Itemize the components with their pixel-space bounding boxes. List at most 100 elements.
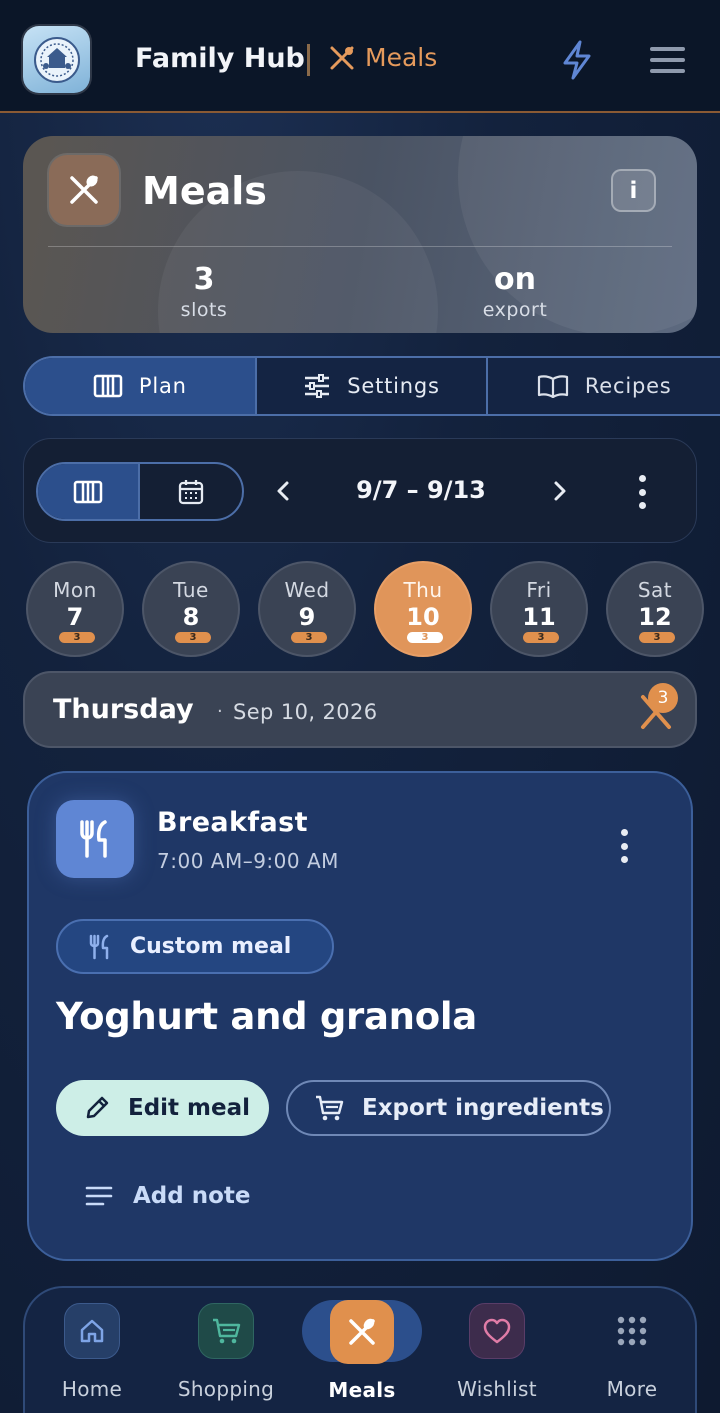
meal-name: Yoghurt and granola bbox=[56, 995, 477, 1038]
day-name: Mon bbox=[53, 578, 97, 602]
divider bbox=[48, 246, 672, 247]
chevron-right-icon[interactable] bbox=[548, 477, 572, 505]
export-ingredients-label: Export ingredients bbox=[362, 1095, 604, 1121]
day-date: 12 bbox=[638, 603, 672, 631]
info-button[interactable]: i bbox=[611, 169, 656, 212]
section-breadcrumb[interactable]: Meals bbox=[329, 43, 437, 72]
stat-label: slots bbox=[180, 299, 228, 321]
nav-meals[interactable]: Meals bbox=[302, 1300, 422, 1402]
columns-icon bbox=[93, 374, 123, 398]
tab-plan[interactable]: Plan bbox=[25, 358, 257, 414]
day-fri[interactable]: Fri 11 3 bbox=[490, 561, 588, 657]
day-name: Sat bbox=[637, 578, 673, 602]
nav-label: Meals bbox=[328, 1378, 396, 1402]
meal-type-label: Custom meal bbox=[130, 934, 292, 959]
grid-icon bbox=[604, 1303, 660, 1359]
stat-value: on bbox=[494, 262, 536, 297]
day-thu[interactable]: Thu 10 3 bbox=[374, 561, 472, 657]
meal-count-badge: 3 bbox=[291, 632, 327, 643]
day-name: Fri bbox=[526, 578, 552, 602]
nav-label: Home bbox=[61, 1377, 123, 1401]
tab-recipes[interactable]: Recipes bbox=[488, 358, 720, 414]
page-title: Meals bbox=[142, 169, 267, 213]
selected-date-banner: Thursday · Sep 10, 2026 3 bbox=[23, 671, 697, 748]
day-name: Wed bbox=[284, 578, 330, 602]
nav-shopping[interactable]: Shopping bbox=[166, 1303, 286, 1401]
more-vertical-icon[interactable] bbox=[630, 475, 654, 509]
view-toggle bbox=[36, 462, 244, 521]
nav-label: More bbox=[606, 1377, 658, 1401]
week-range-label: 9/7 – 9/13 bbox=[356, 476, 486, 504]
day-name: Tue bbox=[173, 578, 209, 602]
day-date: 7 bbox=[66, 603, 84, 631]
bottom-navigation: Home Shopping Meals Wishlist More bbox=[23, 1286, 697, 1413]
nav-wishlist[interactable]: Wishlist bbox=[437, 1303, 557, 1401]
meal-type-chip[interactable]: Custom meal bbox=[56, 919, 334, 974]
selected-date: Sep 10, 2026 bbox=[233, 700, 378, 724]
day-wed[interactable]: Wed 9 3 bbox=[258, 561, 356, 657]
utensils-cross-icon bbox=[49, 155, 119, 225]
day-sat[interactable]: Sat 12 3 bbox=[606, 561, 704, 657]
add-note-label: Add note bbox=[133, 1183, 251, 1209]
meal-count-badge: 3 bbox=[648, 683, 678, 713]
separator: · bbox=[217, 701, 223, 722]
meal-count-badge: 3 bbox=[175, 632, 211, 643]
utensils-cross-icon bbox=[330, 46, 354, 69]
day-date: 8 bbox=[182, 603, 200, 631]
nav-home[interactable]: Home bbox=[32, 1303, 152, 1401]
meal-count-badge: 3 bbox=[59, 632, 95, 643]
meal-card: Breakfast 7:00 AM–9:00 AM Custom meal Yo… bbox=[27, 771, 693, 1261]
chevron-left-icon[interactable] bbox=[271, 477, 295, 505]
menu-icon[interactable] bbox=[650, 47, 685, 73]
meal-slot-title: Breakfast bbox=[157, 807, 308, 838]
calendar-icon bbox=[178, 479, 204, 504]
pencil-icon bbox=[86, 1096, 109, 1119]
edit-meal-button[interactable]: Edit meal bbox=[56, 1080, 269, 1136]
edit-meal-label: Edit meal bbox=[128, 1095, 251, 1121]
export-ingredients-button[interactable]: Export ingredients bbox=[286, 1080, 611, 1136]
notes-icon bbox=[85, 1186, 113, 1206]
month-view-button[interactable] bbox=[140, 464, 242, 519]
day-date: 9 bbox=[298, 603, 316, 631]
day-date: 10 bbox=[406, 603, 440, 631]
tab-label: Settings bbox=[347, 374, 440, 398]
day-name: Thu bbox=[403, 578, 443, 602]
nav-label: Wishlist bbox=[457, 1377, 537, 1401]
section-tabs: Plan Settings Recipes bbox=[23, 356, 720, 416]
day-date: 11 bbox=[522, 603, 556, 631]
stat-value: 3 bbox=[193, 262, 215, 297]
selected-day-name: Thursday bbox=[53, 694, 194, 725]
tab-label: Recipes bbox=[584, 374, 672, 398]
app-title: Family Hub bbox=[135, 43, 305, 74]
day-tue[interactable]: Tue 8 3 bbox=[142, 561, 240, 657]
day-mon[interactable]: Mon 7 3 bbox=[26, 561, 124, 657]
fork-knife-icon bbox=[56, 800, 134, 878]
tab-label: Plan bbox=[138, 374, 187, 398]
stat-label: export bbox=[482, 299, 548, 321]
more-vertical-icon[interactable] bbox=[617, 829, 631, 863]
nav-label: Shopping bbox=[177, 1377, 275, 1401]
lightning-icon[interactable] bbox=[560, 40, 594, 80]
heart-icon bbox=[469, 1303, 525, 1359]
columns-icon bbox=[73, 480, 103, 503]
stat-export: on export bbox=[415, 262, 615, 321]
meal-count-badge: 3 bbox=[523, 632, 559, 643]
top-bar: Family Hub Meals bbox=[0, 0, 720, 113]
nav-more[interactable]: More bbox=[572, 1303, 692, 1401]
title-divider bbox=[307, 44, 310, 76]
utensils-icon bbox=[330, 1300, 394, 1364]
home-icon bbox=[64, 1303, 120, 1359]
fork-knife-icon bbox=[89, 934, 109, 959]
meal-count-badge: 3 bbox=[407, 632, 443, 643]
week-view-button[interactable] bbox=[38, 464, 140, 519]
cart-icon bbox=[316, 1095, 344, 1121]
tab-settings[interactable]: Settings bbox=[257, 358, 489, 414]
section-label: Meals bbox=[365, 43, 438, 72]
family-logo-icon[interactable] bbox=[23, 26, 90, 93]
week-navigator: 9/7 – 9/13 bbox=[23, 438, 697, 543]
meal-count-badge: 3 bbox=[639, 632, 675, 643]
add-note-button[interactable]: Add note bbox=[85, 1183, 251, 1209]
sliders-icon bbox=[305, 374, 330, 398]
cart-icon bbox=[198, 1303, 254, 1359]
meal-slot-time: 7:00 AM–9:00 AM bbox=[157, 849, 339, 873]
